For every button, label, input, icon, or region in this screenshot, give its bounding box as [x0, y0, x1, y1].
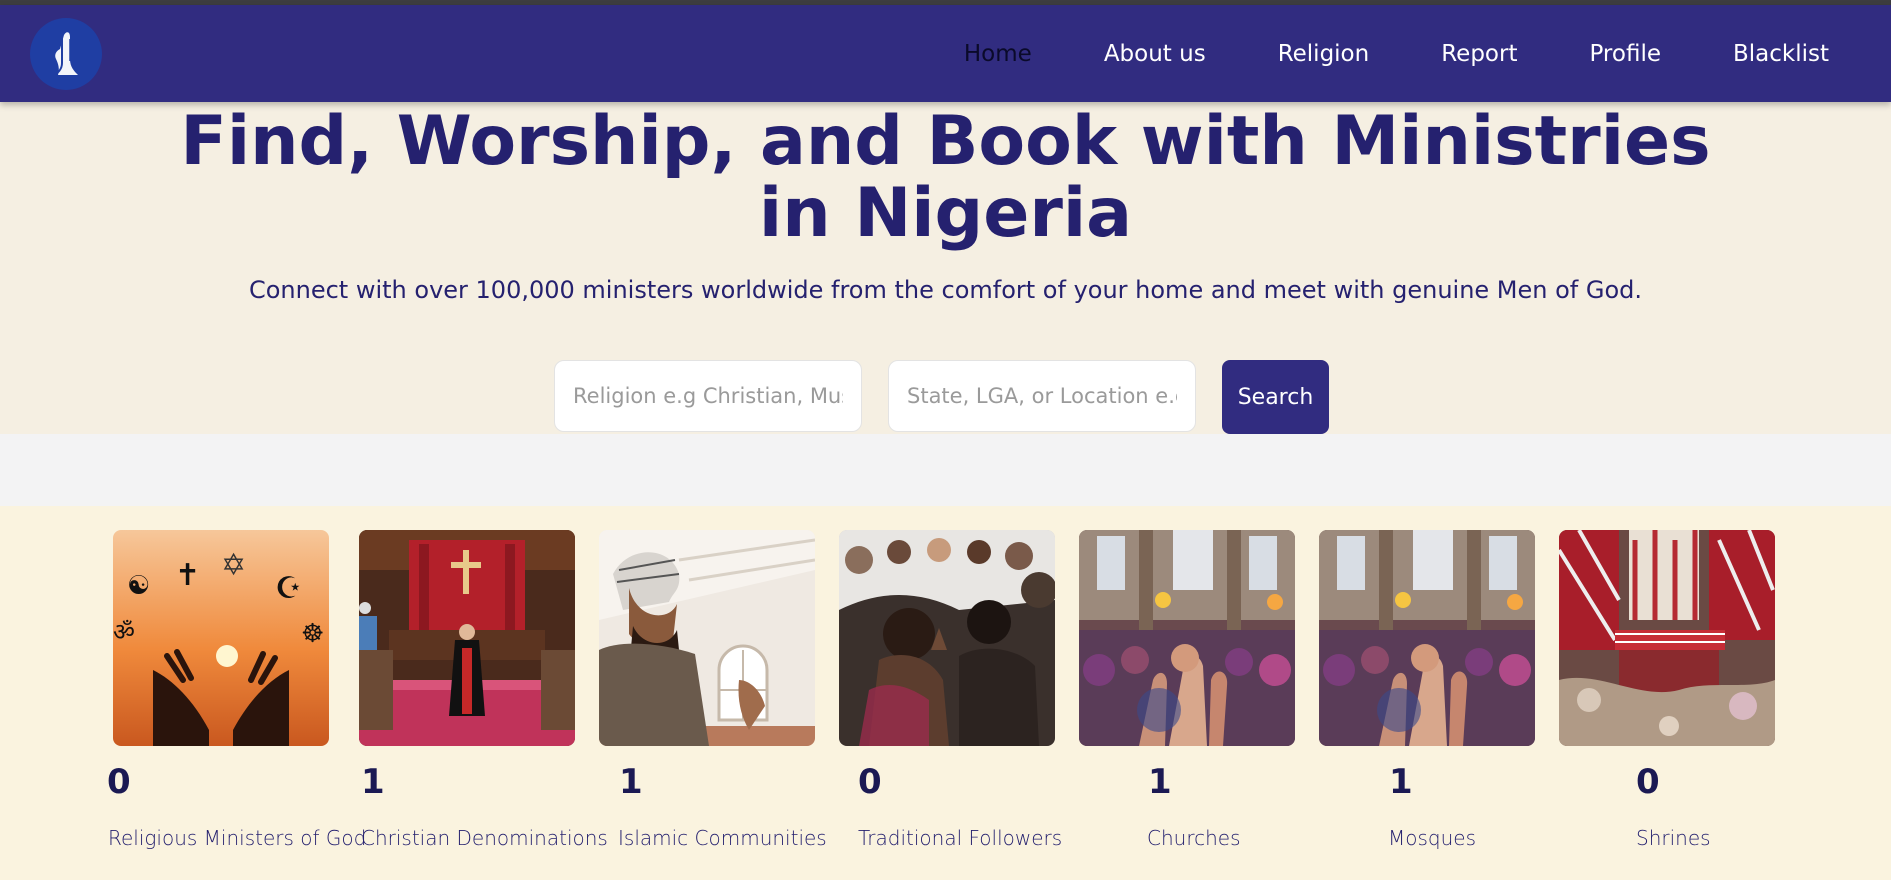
main-nav: Home About us Religion Report Profile Bl…: [892, 5, 1829, 102]
stats-section: ✝ ✡ ☯ ☪ ॐ ☸ 0 Religious Ministers of God: [0, 506, 1891, 880]
search-button[interactable]: Search: [1222, 360, 1329, 434]
stat-label-mosques: Mosques: [1388, 826, 1477, 850]
stat-count-mosques: 1: [1389, 762, 1413, 802]
stat-count-churches: 1: [1148, 762, 1172, 802]
muslim-man-praying-image[interactable]: [599, 530, 815, 746]
location-search-input[interactable]: [888, 360, 1196, 432]
stat-label-churches: Churches: [1147, 826, 1241, 850]
religious-symbols-hands-image[interactable]: ✝ ✡ ☯ ☪ ॐ ☸: [113, 530, 329, 746]
svg-text:☪: ☪: [275, 571, 302, 606]
nav-blacklist[interactable]: Blacklist: [1733, 41, 1829, 67]
navbar: Home About us Religion Report Profile Bl…: [0, 5, 1891, 102]
worship-crowd-image[interactable]: [1319, 530, 1535, 746]
section-divider: [0, 434, 1891, 506]
svg-text:✝: ✝: [175, 558, 200, 593]
svg-text:✡: ✡: [221, 548, 246, 583]
nav-about-us[interactable]: About us: [1104, 41, 1206, 67]
praying-congregation-image[interactable]: [839, 530, 1055, 746]
nav-home[interactable]: Home: [964, 41, 1032, 67]
stat-label-ministers: Religious Ministers of God: [108, 826, 367, 850]
svg-text:ॐ: ॐ: [113, 618, 135, 646]
hero-subtitle: Connect with over 100,000 ministers worl…: [248, 276, 1643, 304]
religion-search-input[interactable]: [554, 360, 862, 432]
site-logo[interactable]: [30, 18, 102, 90]
praying-hands-icon: [53, 32, 78, 76]
nav-profile[interactable]: Profile: [1589, 41, 1661, 67]
hero-title: Find, Worship, and Book with Ministries …: [180, 102, 1711, 253]
svg-text:☸: ☸: [301, 619, 324, 649]
stat-label-christian: Christian Denominations: [361, 826, 608, 850]
stat-label-shrines: Shrines: [1636, 826, 1711, 850]
church-worship-crowd-image[interactable]: [1079, 530, 1295, 746]
svg-text:☯: ☯: [127, 571, 150, 601]
stat-count-islamic: 1: [619, 762, 643, 802]
church-altar-minister-image[interactable]: [359, 530, 575, 746]
stat-label-islamic: Islamic Communities: [618, 826, 827, 850]
nav-report[interactable]: Report: [1441, 41, 1517, 67]
stat-count-traditional: 0: [858, 762, 882, 802]
traditional-shrine-image[interactable]: [1559, 530, 1775, 746]
nav-religion[interactable]: Religion: [1278, 41, 1370, 67]
stat-label-traditional: Traditional Followers: [858, 826, 1063, 850]
stat-count-christian: 1: [361, 762, 385, 802]
stat-count-ministers: 0: [107, 762, 131, 802]
stat-count-shrines: 0: [1636, 762, 1660, 802]
hero-section: Find, Worship, and Book with Ministries …: [0, 102, 1891, 434]
